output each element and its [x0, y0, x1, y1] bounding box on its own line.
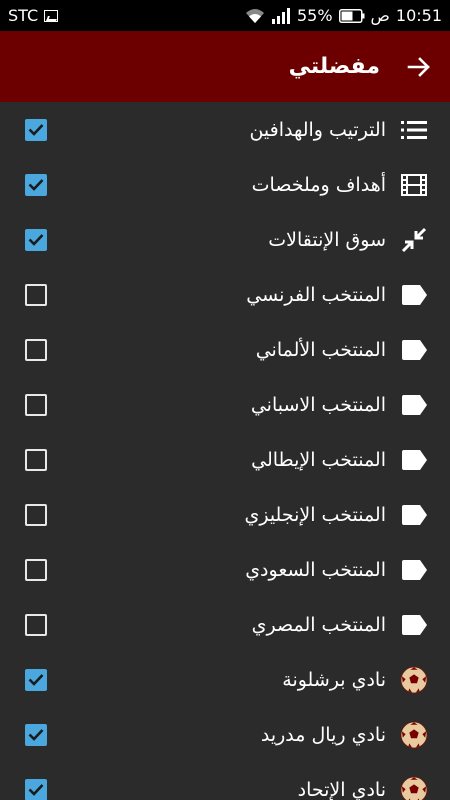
- list-item[interactable]: المنتخب المصري: [0, 597, 450, 652]
- football-icon: [400, 665, 428, 694]
- favorite-checkbox[interactable]: [25, 173, 47, 196]
- list-item-content: المنتخب الألماني: [256, 336, 428, 364]
- list-item[interactable]: سوق الإنتقالات: [0, 212, 450, 267]
- tag-icon: [400, 556, 428, 584]
- list-item-label: المنتخب الإيطالي: [251, 448, 386, 471]
- status-left: STC: [8, 6, 59, 25]
- list-item-content: أهداف وملخصات: [252, 171, 428, 199]
- list-item[interactable]: نادي برشلونة: [0, 652, 450, 707]
- list-item[interactable]: المنتخب الفرنسي: [0, 267, 450, 322]
- list-item[interactable]: المنتخب الاسباني: [0, 377, 450, 432]
- list-item-content: سوق الإنتقالات: [268, 226, 428, 254]
- list-item-content: الترتيب والهدافين: [249, 116, 428, 144]
- favorite-checkbox[interactable]: [25, 613, 47, 636]
- list-item-label: نادي ريال مدريد: [260, 723, 386, 746]
- list-item-label: نادي برشلونة: [282, 668, 386, 691]
- favorite-checkbox[interactable]: [25, 393, 47, 416]
- list-item-label: نادي الإتحاد: [297, 778, 386, 800]
- football-icon: [400, 720, 428, 749]
- signal-icon: [271, 7, 291, 24]
- status-bar: STC 55% ص 10:51: [0, 0, 450, 31]
- tag-icon: [400, 336, 428, 364]
- list-item-label: المنتخب الإنجليزي: [244, 503, 386, 526]
- favorites-list: الترتيب والهدافين أهداف وملخصات سوق الإنتق…: [0, 102, 450, 800]
- favorite-checkbox[interactable]: [25, 723, 47, 746]
- tag-icon: [400, 501, 428, 529]
- list-item[interactable]: نادي الإتحاد: [0, 762, 450, 800]
- battery-percent: 55%: [296, 6, 333, 25]
- favorite-checkbox[interactable]: [25, 118, 47, 141]
- favorite-checkbox[interactable]: [25, 283, 47, 306]
- list-item-label: الترتيب والهدافين: [249, 118, 386, 141]
- favorite-checkbox[interactable]: [25, 668, 47, 691]
- favorite-checkbox[interactable]: [25, 503, 47, 526]
- battery-icon: [338, 8, 365, 23]
- list-item-label: المنتخب السعودي: [245, 558, 386, 581]
- am-pm-label: ص: [370, 6, 390, 25]
- favorite-checkbox[interactable]: [25, 558, 47, 581]
- list-item-content: نادي برشلونة: [282, 665, 428, 694]
- page-title: مفضلتي: [288, 54, 380, 79]
- tag-icon: [400, 281, 428, 309]
- list-item-content: المنتخب الإيطالي: [251, 446, 428, 474]
- list-item-content: المنتخب المصري: [252, 611, 428, 639]
- tag-icon: [400, 446, 428, 474]
- favorite-checkbox[interactable]: [25, 338, 47, 361]
- list-item-label: المنتخب الاسباني: [250, 393, 386, 416]
- list-item-label: أهداف وملخصات: [251, 173, 386, 196]
- list-item[interactable]: الترتيب والهدافين: [0, 102, 450, 157]
- list-item-content: المنتخب الفرنسي: [246, 281, 428, 309]
- status-right: 55% ص 10:51: [245, 6, 442, 25]
- tag-icon: [400, 391, 428, 419]
- football-icon: [400, 775, 428, 800]
- carrier-label: STC: [8, 6, 39, 25]
- tag-icon: [400, 611, 428, 639]
- list-item[interactable]: المنتخب الألماني: [0, 322, 450, 377]
- list-item-label: المنتخب المصري: [251, 613, 386, 636]
- list-item[interactable]: أهداف وملخصات: [0, 157, 450, 212]
- film-icon: [400, 171, 428, 199]
- transfer-arrows-icon: [400, 226, 428, 254]
- list-item-label: سوق الإنتقالات: [268, 228, 386, 251]
- image-notification-icon: [44, 9, 59, 22]
- list-item-content: نادي ريال مدريد: [260, 720, 428, 749]
- list-icon: [400, 116, 428, 144]
- wifi-icon: [245, 8, 265, 24]
- list-item[interactable]: المنتخب السعودي: [0, 542, 450, 597]
- list-item-content: نادي الإتحاد: [297, 775, 428, 800]
- app-bar: مفضلتي: [0, 31, 450, 102]
- list-item[interactable]: نادي ريال مدريد: [0, 707, 450, 762]
- list-item-label: المنتخب الألماني: [255, 338, 386, 361]
- favorite-checkbox[interactable]: [25, 448, 47, 471]
- back-arrow-icon[interactable]: [406, 54, 432, 80]
- list-item-label: المنتخب الفرنسي: [246, 283, 386, 306]
- list-item[interactable]: المنتخب الإنجليزي: [0, 487, 450, 542]
- list-item-content: المنتخب الاسباني: [251, 391, 428, 419]
- list-item-content: المنتخب السعودي: [245, 556, 428, 584]
- clock: 10:51: [395, 6, 442, 25]
- favorite-checkbox[interactable]: [25, 778, 47, 800]
- favorite-checkbox[interactable]: [25, 228, 47, 251]
- list-item-content: المنتخب الإنجليزي: [244, 501, 428, 529]
- list-item[interactable]: المنتخب الإيطالي: [0, 432, 450, 487]
